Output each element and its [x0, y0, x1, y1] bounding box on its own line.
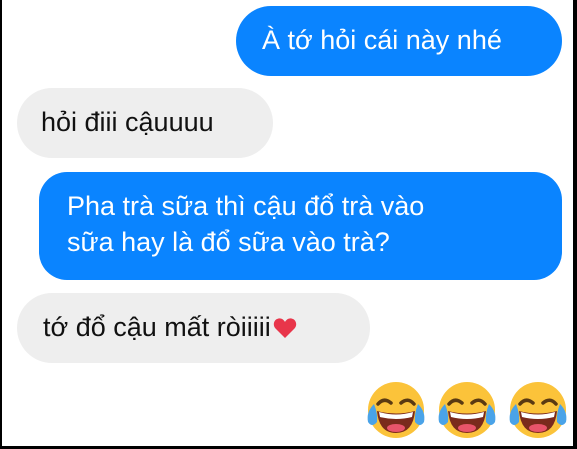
message-text: tớ đổ cậu mất ròiiiii [43, 312, 271, 342]
red-heart-emoji-icon [273, 312, 297, 348]
chat-screenshot: À tớ hỏi cái này nhé hỏi điii cậuuuu Pha… [2, 0, 573, 446]
message-text-line: Pha trà sữa thì cậu đổ trà vào [67, 191, 425, 221]
received-message-bubble[interactable]: hỏi điii cậuuuu [17, 88, 273, 158]
message-text-line: sữa hay là đổ sữa vào trà? [67, 227, 390, 257]
received-message-bubble[interactable]: tớ đổ cậu mất ròiiiii [17, 293, 370, 363]
face-with-tears-of-joy-icon [506, 378, 570, 442]
sent-message-bubble[interactable]: Pha trà sữa thì cậu đổ trà vào sữa hay l… [39, 172, 562, 280]
reaction-emojis [364, 378, 570, 442]
face-with-tears-of-joy-icon [364, 378, 428, 442]
sent-message-bubble[interactable]: À tớ hỏi cái này nhé [236, 6, 562, 76]
message-text: À tớ hỏi cái này nhé [262, 25, 502, 55]
message-text: hỏi điii cậuuuu [41, 107, 214, 137]
face-with-tears-of-joy-icon [435, 378, 499, 442]
